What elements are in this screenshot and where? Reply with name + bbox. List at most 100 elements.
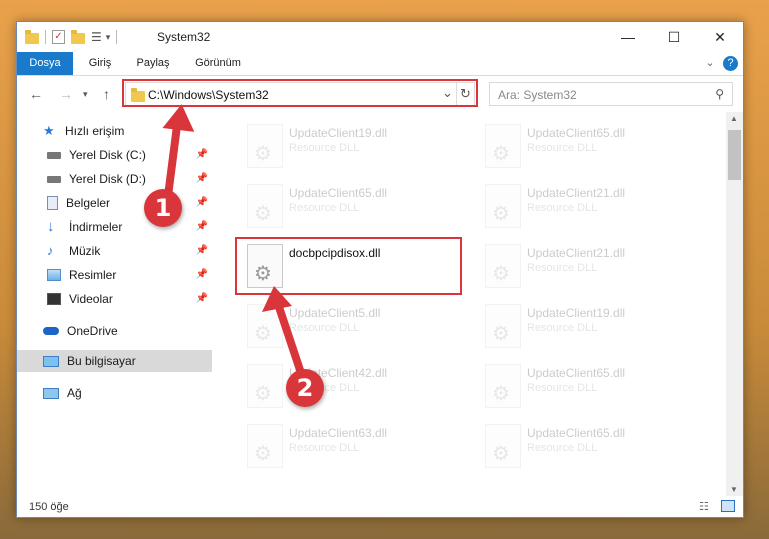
vertical-scrollbar[interactable]: ▲ ▼ — [726, 112, 743, 496]
back-icon[interactable]: ← — [29, 86, 43, 102]
tiles-view-icon[interactable] — [721, 500, 735, 512]
file-item[interactable]: UpdateClient21.dll Resource DLL — [477, 240, 707, 294]
address-path: C:\Windows\System32 — [148, 88, 269, 102]
folder-icon[interactable] — [25, 30, 39, 44]
sidebar-item-pictures[interactable]: Resimler 📌 — [17, 264, 212, 286]
file-item[interactable]: UpdateClient5.dll Resource DLL — [239, 300, 469, 354]
file-name: UpdateClient65.dll — [527, 366, 626, 380]
pin-icon: 📌 — [195, 245, 208, 256]
address-dropdown-icon[interactable]: ⌄ — [442, 85, 453, 101]
divider — [45, 30, 46, 44]
divider — [456, 83, 457, 105]
file-item[interactable]: UpdateClient65.dll Resource DLL — [477, 360, 707, 414]
new-folder-icon[interactable] — [71, 30, 85, 44]
details-view-icon[interactable]: ☷ — [699, 500, 709, 513]
dll-file-icon — [247, 364, 283, 408]
help-icon[interactable]: ? — [723, 56, 738, 71]
file-list: UpdateClient19.dll Resource DLL UpdateCl… — [213, 114, 725, 496]
up-icon[interactable]: ↑ — [103, 86, 110, 102]
view-options-icon[interactable]: ☰ — [91, 30, 102, 44]
ribbon-tabs: Dosya Giriş Paylaş Görünüm ⌄ ? — [17, 52, 743, 76]
tab-file[interactable]: Dosya — [17, 52, 73, 75]
file-name: UpdateClient65.dll — [289, 186, 388, 200]
file-item[interactable]: UpdateClient42.dll Resource DLL — [239, 360, 469, 414]
file-name: UpdateClient63.dll — [289, 426, 388, 440]
step-1-badge: 1 — [144, 189, 182, 227]
dll-file-icon — [485, 364, 521, 408]
status-bar: 150 öğe ☷ — [17, 496, 743, 518]
file-name: docbpcipdisox.dll — [289, 246, 381, 260]
scroll-down-icon[interactable]: ▼ — [730, 485, 738, 494]
file-description: Resource DLL — [527, 322, 598, 334]
sidebar-item-this-pc[interactable]: Bu bilgisayar — [17, 350, 212, 372]
sidebar-item-label: OneDrive — [67, 324, 118, 338]
file-description: Resource DLL — [289, 442, 360, 454]
file-item[interactable]: UpdateClient21.dll Resource DLL — [477, 180, 707, 234]
sidebar-item-onedrive[interactable]: OneDrive — [17, 320, 212, 342]
explorer-window: ✓ ☰ ▾ System32 — ☐ ✕ Dosya Giriş Paylaş … — [16, 21, 744, 518]
sidebar-item-music[interactable]: ♪ Müzik 📌 — [17, 240, 212, 262]
title-bar: ✓ ☰ ▾ System32 — ☐ ✕ — [17, 22, 743, 52]
maximize-button[interactable]: ☐ — [651, 22, 697, 52]
close-button[interactable]: ✕ — [697, 22, 743, 52]
sidebar-item-quick-access[interactable]: ★ Hızlı erişim — [17, 120, 212, 142]
file-description: Resource DLL — [289, 322, 360, 334]
file-description: Resource DLL — [527, 262, 598, 274]
file-item-selected[interactable]: docbpcipdisox.dll — [239, 240, 469, 294]
pin-icon: 📌 — [195, 149, 208, 160]
scrollbar-thumb[interactable] — [728, 130, 741, 180]
minimize-button[interactable]: — — [605, 22, 651, 52]
file-item[interactable]: UpdateClient19.dll Resource DLL — [477, 300, 707, 354]
music-icon: ♪ — [47, 243, 54, 258]
ribbon-collapse-icon[interactable]: ⌄ — [701, 52, 719, 75]
dll-file-icon — [247, 124, 283, 168]
file-item[interactable]: UpdateClient65.dll Resource DLL — [239, 180, 469, 234]
file-item[interactable]: UpdateClient65.dll Resource DLL — [477, 420, 707, 474]
file-description: Resource DLL — [289, 202, 360, 214]
drive-icon — [47, 175, 61, 183]
forward-icon[interactable]: → — [59, 86, 73, 102]
refresh-icon[interactable]: ↻ — [460, 86, 471, 102]
pin-icon: 📌 — [195, 269, 208, 280]
dll-file-icon — [485, 124, 521, 168]
file-item[interactable]: UpdateClient19.dll Resource DLL — [239, 120, 469, 174]
sidebar-item-documents[interactable]: Belgeler 📌 — [17, 192, 212, 214]
file-item[interactable]: UpdateClient63.dll Resource DLL — [239, 420, 469, 474]
star-icon: ★ — [43, 123, 55, 138]
drive-icon — [47, 151, 61, 159]
file-name: UpdateClient19.dll — [527, 306, 626, 320]
sidebar-item-network[interactable]: Ağ — [17, 382, 212, 404]
search-input[interactable]: Ara: System32 — [498, 88, 577, 102]
tab-view[interactable]: Görünüm — [185, 52, 251, 75]
sidebar-item-label: Videolar — [69, 292, 113, 306]
file-name: UpdateClient21.dll — [527, 246, 626, 260]
search-box[interactable]: Ara: System32 ⚲ — [489, 82, 733, 106]
sidebar-item-disk-d[interactable]: Yerel Disk (D:) 📌 — [17, 168, 212, 190]
pin-icon: 📌 — [195, 173, 208, 184]
pin-icon: 📌 — [195, 221, 208, 232]
scroll-up-icon[interactable]: ▲ — [730, 114, 738, 123]
item-count: 150 öğe — [29, 501, 69, 513]
dll-file-icon — [485, 184, 521, 228]
address-bar[interactable]: C:\Windows\System32 ⌄ ↻ — [125, 82, 475, 106]
documents-icon — [47, 196, 58, 210]
pin-icon: 📌 — [195, 293, 208, 304]
sidebar-item-disk-c[interactable]: Yerel Disk (C:) 📌 — [17, 144, 212, 166]
properties-icon[interactable]: ✓ — [52, 30, 65, 44]
navigation-bar: ← → ▾ ↑ C:\Windows\System32 ⌄ ↻ Ara: Sys… — [17, 78, 743, 110]
sidebar-item-label: Bu bilgisayar — [67, 354, 136, 368]
recent-locations-icon[interactable]: ▾ — [83, 89, 88, 100]
sidebar-item-downloads[interactable]: ↓ İndirmeler 📌 — [17, 216, 212, 238]
window-title: System32 — [157, 30, 211, 44]
file-name: UpdateClient65.dll — [527, 126, 626, 140]
quick-access-toolbar: ✓ ☰ ▾ — [25, 28, 123, 46]
search-icon: ⚲ — [715, 87, 724, 101]
tab-home[interactable]: Giriş — [77, 52, 123, 75]
tab-share[interactable]: Paylaş — [127, 52, 179, 75]
sidebar-item-videos[interactable]: Videolar 📌 — [17, 288, 212, 310]
file-item[interactable]: UpdateClient65.dll Resource DLL — [477, 120, 707, 174]
dll-file-icon — [247, 244, 283, 288]
pin-icon: 📌 — [195, 197, 208, 208]
dll-file-icon — [485, 244, 521, 288]
customize-toolbar-icon[interactable]: ▾ — [106, 32, 111, 43]
